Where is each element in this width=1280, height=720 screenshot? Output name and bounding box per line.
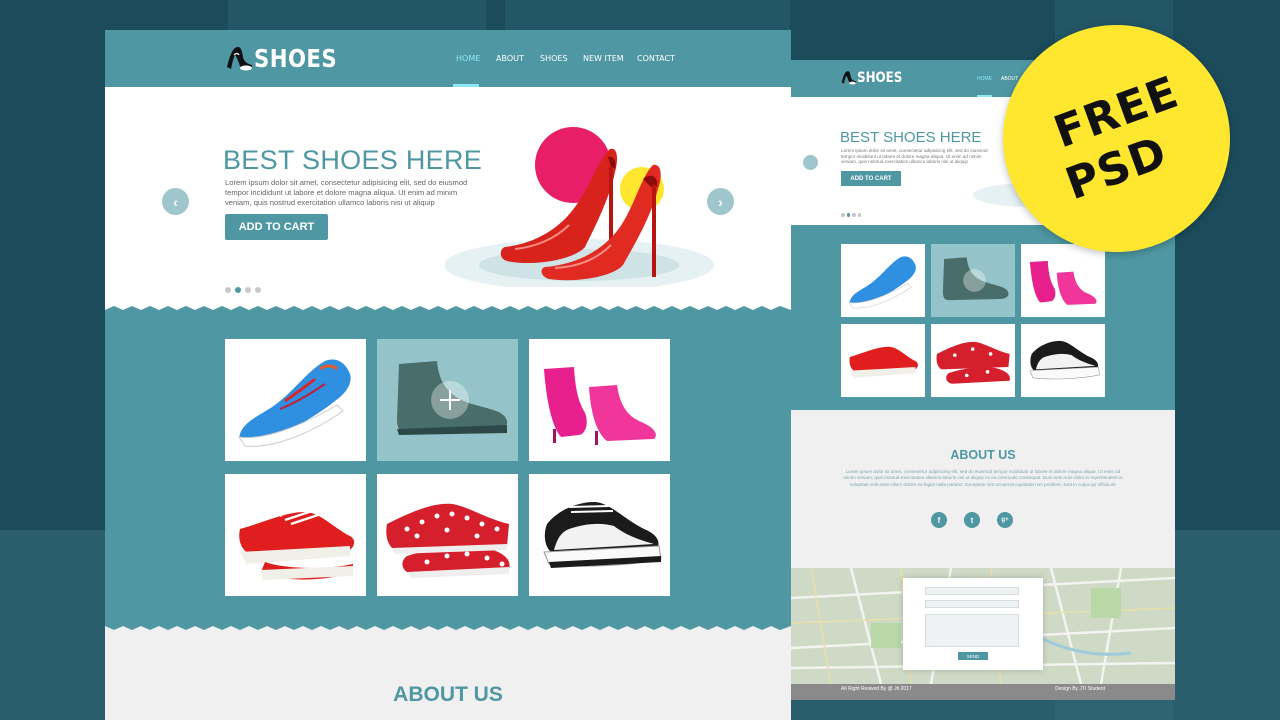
product-tile[interactable] [225,474,366,596]
nav-home[interactable]: HOME [456,54,480,63]
about-section [791,410,1175,568]
slider-prev-button[interactable] [803,155,818,170]
hero-description: Lorem ipsum dolor sit amet, consectetur … [225,178,468,207]
red-heels-icon [445,127,714,287]
blue-running-shoe-icon [848,256,916,309]
about-text: Lorem ipsum dolor sit amet, consectetur … [843,469,1123,487]
black-white-skate-shoe-icon [543,502,662,568]
add-to-cart-button[interactable]: ADD TO CART [225,214,328,240]
nav-home[interactable]: HOME [977,76,992,82]
product-tile[interactable] [377,474,518,596]
red-polka-dot-shoe-icon [386,503,510,578]
pink-ankle-boot-icon [1029,260,1097,305]
slider-dot-active[interactable] [235,287,241,293]
slider-dot[interactable] [841,213,845,217]
facebook-icon[interactable]: f [931,512,947,528]
email-field[interactable] [925,600,1019,608]
chevron-left-icon: ‹ [173,193,178,210]
nav-shoes[interactable]: SHOES [540,54,568,63]
navbar: SHOES HOME ABOUT SHOES NEW ITEM CONTACT [105,30,791,87]
red-sneaker-icon [239,504,355,580]
chevron-right-icon: › [718,193,723,210]
slider-dot[interactable] [255,287,261,293]
red-sneaker-icon [849,346,918,378]
slider-dot[interactable] [225,287,231,293]
slider-dots [225,287,261,293]
about-title: ABOUT US [950,448,1016,462]
name-field[interactable] [925,587,1019,595]
logo[interactable]: SHOES [840,70,910,86]
nav-contact[interactable]: CONTACT [637,54,675,63]
send-button[interactable]: SEND [958,652,988,660]
black-white-skate-shoe-icon [1029,340,1100,380]
google-plus-icon[interactable]: g+ [997,512,1013,528]
blue-running-shoe-icon [237,359,351,447]
product-tile[interactable] [529,339,670,461]
red-polka-dot-shoe-icon [936,341,1010,384]
product-tile-hover[interactable] [377,339,518,461]
hero-title: BEST SHOES HERE [840,129,982,146]
product-tile[interactable] [529,474,670,596]
slider-prev-button[interactable]: ‹ [162,188,189,215]
product-tile[interactable] [931,324,1015,397]
main-mockup: SHOES HOME ABOUT SHOES NEW ITEM CONTACT … [105,30,791,720]
product-tile[interactable] [841,324,925,397]
grey-leather-boot-icon [942,257,1009,301]
slider-dot[interactable] [245,287,251,293]
nav-about[interactable]: ABOUT [1001,76,1018,82]
product-gallery [791,225,1175,410]
product-tile[interactable] [1021,324,1105,397]
slider-dot-active[interactable] [846,213,850,217]
footer-credit: Design By JTI Student [1055,686,1105,692]
slider-dots [841,213,861,217]
pink-ankle-boot-icon [544,367,656,445]
nav-new-item[interactable]: NEW ITEM [583,54,624,63]
product-tile[interactable] [225,339,366,461]
hero-slider: BEST SHOES HERE Lorem ipsum dolor sit am… [105,87,791,315]
high-heel-logo-icon [227,46,252,70]
product-tile[interactable] [1021,244,1105,317]
slider-dot[interactable] [852,213,856,217]
hero-description: Lorem ipsum dolor sit amet, consectetur … [841,148,988,165]
footer-copyright: All Right Resived By @ Jti 2017 [841,686,912,692]
free-psd-badge: FREE PSD [1003,25,1230,252]
product-gallery [105,306,791,630]
slider-dot[interactable] [857,213,861,217]
zigzag-bottom-edge [105,620,791,630]
brand-name: SHOES [254,44,338,73]
brand-name: SHOES [857,70,903,86]
logo[interactable]: SHOES [224,44,352,73]
contact-form: SEND [903,578,1043,670]
plus-icon[interactable] [431,381,469,419]
add-to-cart-button[interactable]: ADD TO CART [841,171,901,186]
twitter-icon[interactable]: t [964,512,980,528]
high-heel-logo-icon [841,71,856,85]
message-field[interactable] [925,614,1019,647]
zigzag-top-edge [105,306,791,316]
hero-title: BEST SHOES HERE [223,145,483,175]
nav-about[interactable]: ABOUT [496,54,524,63]
about-title: ABOUT US [393,683,503,706]
product-tile-hover[interactable] [931,244,1015,317]
product-tile[interactable] [841,244,925,317]
slider-next-button[interactable]: › [707,188,734,215]
